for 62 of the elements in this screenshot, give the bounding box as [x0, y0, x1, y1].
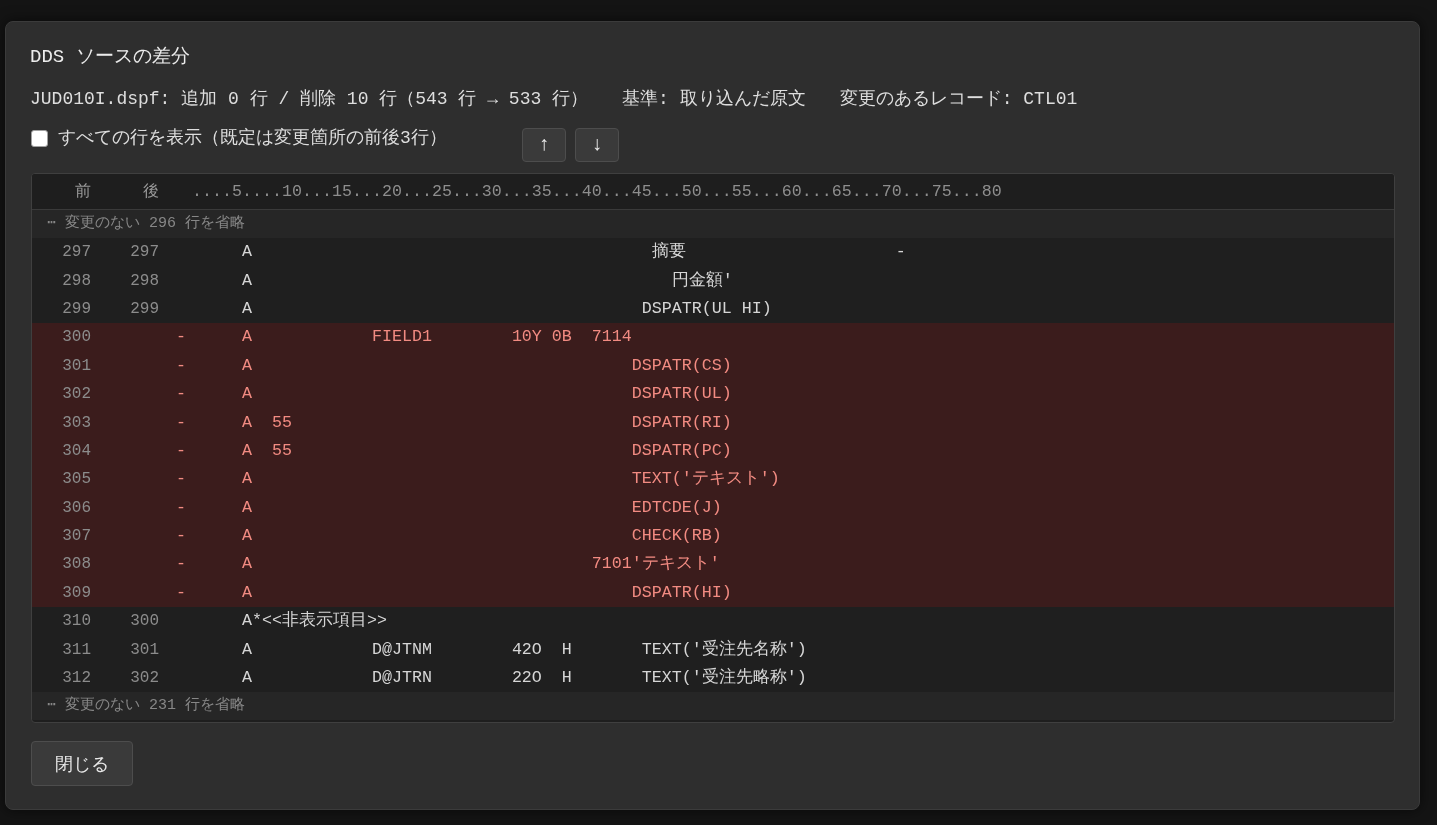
old-line-number: 299	[62, 298, 91, 319]
code-text: A FIELD1 10Y 0B 7114	[242, 327, 632, 348]
code-text: A EDTCDE(J)	[242, 497, 722, 518]
collapsed-rows-note: ⋯ 変更のない 231 行を省略	[47, 696, 246, 717]
old-line-number: 298	[62, 270, 91, 291]
arrow-button[interactable]: ↑	[522, 128, 566, 162]
dialog-title: DDS ソースの差分	[30, 45, 190, 69]
diff-summary: JUD010I.dspf: 追加 0 行 / 削除 10 行（543 行 → 533 行）	[30, 88, 589, 111]
old-line-number: 304	[62, 440, 91, 461]
change-marker: -	[176, 469, 186, 490]
code-text: A 摘要 -	[242, 242, 906, 263]
old-line-number: 301	[62, 355, 91, 376]
change-marker: -	[176, 355, 186, 376]
code-text: A DSPATR(HI)	[242, 582, 732, 603]
change-marker: -	[176, 526, 186, 547]
old-line-number: 300	[62, 327, 91, 348]
old-line-number: 309	[62, 582, 91, 603]
change-marker: -	[176, 327, 186, 348]
old-line-number: 311	[62, 639, 91, 660]
old-line-number: 303	[62, 412, 91, 433]
old-line-number: 305	[62, 469, 91, 490]
change-marker: -	[176, 497, 186, 518]
new-line-number: 297	[130, 242, 159, 263]
arrow-button[interactable]: ↓	[575, 128, 619, 162]
code-text: A*<<非表示項目>>	[242, 611, 387, 632]
baseline-note: 基準: 取り込んだ原文	[622, 88, 806, 111]
new-line-number: 302	[130, 668, 159, 689]
old-line-number: 302	[62, 384, 91, 405]
old-line-number: 306	[62, 497, 91, 518]
code-text: A DSPATR(CS)	[242, 355, 732, 376]
code-text: A 55 DSPATR(RI)	[242, 412, 732, 433]
column-header: 後	[143, 181, 159, 202]
code-text: A D@JTNM 42O H TEXT('受注先名称')	[242, 639, 807, 660]
old-line-number: 308	[62, 554, 91, 575]
new-line-number: 298	[130, 270, 159, 291]
new-line-number: 299	[130, 298, 159, 319]
code-text: A D@JTRN 22O H TEXT('受注先略称')	[242, 668, 807, 689]
old-line-number: 310	[62, 611, 91, 632]
old-line-number: 307	[62, 526, 91, 547]
code-text: A 7101'テキスト'	[242, 554, 720, 575]
show-all-checkbox[interactable]	[31, 130, 48, 147]
change-marker: -	[176, 412, 186, 433]
code-text: A CHECK(RB)	[242, 526, 722, 547]
code-text: A TEXT('テキスト')	[242, 469, 780, 490]
new-line-number: 301	[130, 639, 159, 660]
code-text: A DSPATR(UL HI)	[242, 298, 772, 319]
code-text: A 円金額'	[242, 270, 733, 291]
old-line-number: 297	[62, 242, 91, 263]
column-ruler: ....5....10...15...20...25...30...35...40...45...50...55...60...65...70...75...80	[192, 181, 1002, 202]
change-marker: -	[176, 440, 186, 461]
show-all-label: すべての行を表示（既定は変更箇所の前後3行）	[58, 128, 447, 148]
change-marker: -	[176, 384, 186, 405]
close-button[interactable]: 閉じる	[31, 741, 133, 786]
change-marker: -	[176, 554, 186, 575]
change-marker: -	[176, 582, 186, 603]
changed-records-note: 変更のあるレコード: CTL01	[839, 88, 1078, 111]
code-text: A DSPATR(UL)	[242, 384, 732, 405]
new-line-number: 300	[130, 611, 159, 632]
old-line-number: 312	[62, 668, 91, 689]
column-header: 前	[75, 181, 91, 202]
code-text: A 55 DSPATR(PC)	[242, 440, 732, 461]
collapsed-rows-note: ⋯ 変更のない 296 行を省略	[47, 214, 246, 234]
